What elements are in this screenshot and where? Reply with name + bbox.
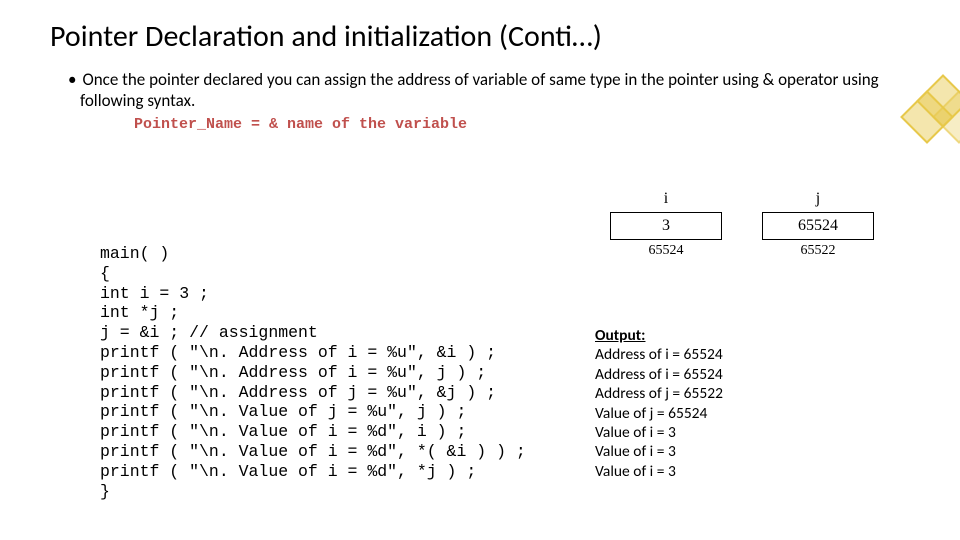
decorative-diamonds (908, 82, 960, 142)
mem-addr-i: 65524 (649, 243, 684, 259)
slide-title: Pointer Declaration and initialization (… (50, 18, 910, 55)
slide-bullet: •Once the pointer declared you can assig… (50, 69, 910, 112)
output-line: Value of j = 65524 (595, 404, 723, 423)
output-line: Address of i = 65524 (595, 345, 723, 364)
mem-var-i: i (664, 190, 668, 208)
mem-addr-j: 65522 (801, 243, 836, 259)
mem-col-j: j 65524 65522 (762, 190, 874, 259)
output-line: Address of i = 65524 (595, 365, 723, 384)
bullet-marker: • (68, 69, 82, 90)
output-line: Address of j = 65522 (595, 384, 723, 403)
output-line: Value of i = 3 (595, 423, 723, 442)
output-line: Value of i = 3 (595, 442, 723, 461)
output-header: Output: (595, 326, 723, 345)
bullet-text: Once the pointer declared you can assign… (80, 69, 879, 111)
memory-diagram: i 3 65524 j 65524 65522 (590, 190, 930, 259)
output-line: Value of i = 3 (595, 462, 723, 481)
output-block: Output: Address of i = 65524 Address of … (595, 326, 723, 481)
syntax-line: Pointer_Name = & name of the variable (134, 116, 910, 133)
mem-val-j: 65524 (798, 217, 838, 235)
code-block: main( ) { int i = 3 ; int *j ; j = &i ; … (100, 244, 526, 501)
mem-col-i: i 3 65524 (610, 190, 722, 259)
slide: Pointer Declaration and initialization (… (0, 0, 960, 540)
mem-var-j: j (816, 190, 820, 208)
mem-box-i: 3 (610, 212, 722, 240)
mem-box-j: 65524 (762, 212, 874, 240)
mem-val-i: 3 (662, 217, 670, 235)
